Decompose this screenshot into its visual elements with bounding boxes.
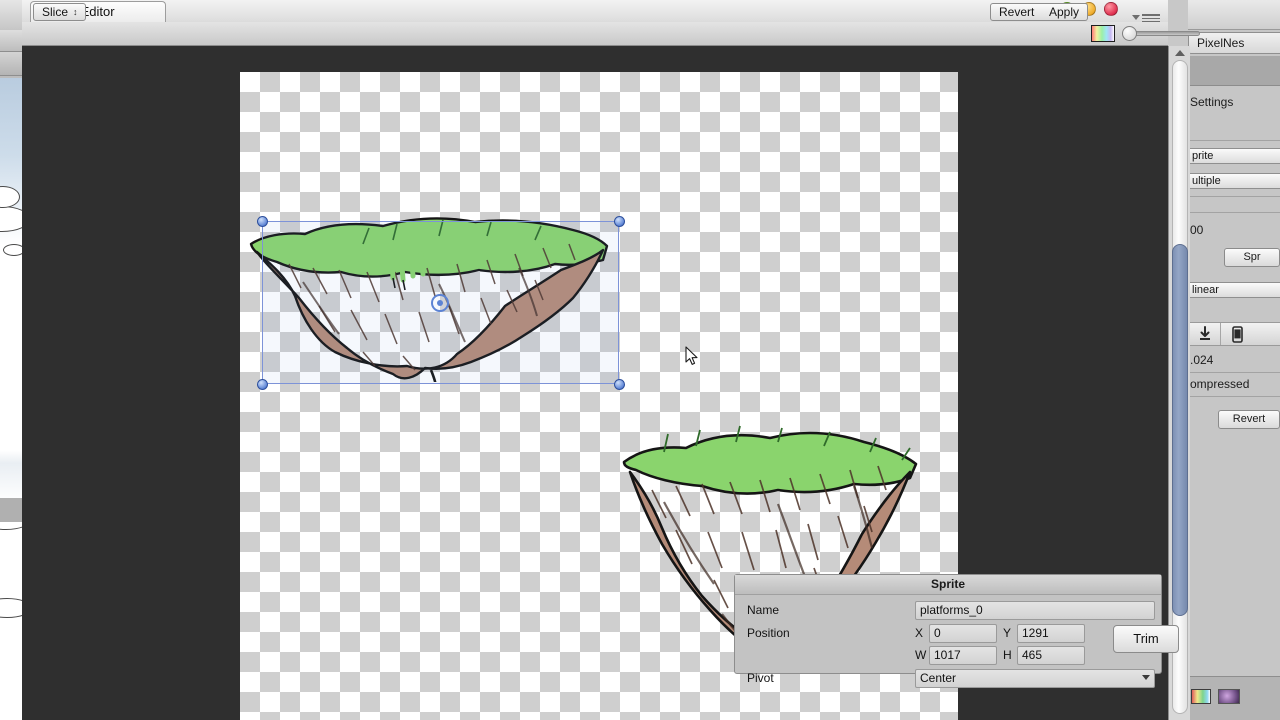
position-h-input[interactable]: 465 — [1017, 646, 1085, 665]
revert-button[interactable]: Revert — [990, 3, 1044, 21]
rgb-alpha-toggle-icon[interactable] — [1091, 25, 1115, 42]
position-label: Position — [747, 626, 790, 640]
inspector-format-value[interactable]: ompressed — [1188, 376, 1280, 392]
slice-dropdown-button[interactable]: Slice ↕ — [33, 3, 86, 21]
selection-handle-bottom-left[interactable] — [257, 379, 268, 390]
stepper-icon: ↕ — [73, 7, 78, 17]
selection-handle-top-right[interactable] — [614, 216, 625, 227]
inspector-revert-button[interactable]: Revert — [1218, 410, 1280, 429]
scrollbar-thumb[interactable] — [1172, 244, 1188, 616]
sprite-name-input[interactable]: platforms_0 — [915, 601, 1155, 620]
selection-handle-bottom-right[interactable] — [614, 379, 625, 390]
inspector-filter-mode-field[interactable]: linear — [1188, 282, 1280, 298]
pivot-value: Center — [920, 671, 957, 685]
inspector-max-size-value[interactable]: .024 — [1188, 352, 1280, 368]
selection-handle-top-left[interactable] — [257, 216, 268, 227]
preview-texture-thumbnail[interactable] — [1218, 689, 1240, 704]
scroll-up-arrow-icon[interactable] — [1175, 50, 1185, 56]
inspector-pixels-per-unit-value[interactable]: 00 — [1188, 222, 1280, 238]
inspector-divider — [1188, 140, 1280, 141]
position-y-input[interactable]: 1291 — [1017, 624, 1085, 643]
pivot-label: Pivot — [747, 671, 774, 685]
cloud-shape — [0, 186, 20, 208]
apply-button[interactable]: Apply — [1041, 3, 1089, 21]
inspector-divider — [1188, 396, 1280, 397]
inspector-preview-bar — [1188, 676, 1280, 720]
position-w-input[interactable]: 1017 — [929, 646, 997, 665]
inspector-sprite-editor-button[interactable]: Spr — [1224, 248, 1280, 267]
position-y-label: Y — [1003, 626, 1012, 640]
canvas-vertical-scrollbar[interactable] — [1168, 46, 1190, 720]
close-button[interactable] — [1104, 2, 1118, 16]
inspector-divider — [1188, 372, 1280, 373]
platform-tab-default[interactable] — [1188, 323, 1220, 345]
inspector-divider — [1188, 212, 1280, 213]
inspector-titlebar — [1188, 0, 1280, 30]
preview-rgb-thumbnail[interactable] — [1191, 689, 1211, 704]
trim-button[interactable]: Trim — [1113, 625, 1179, 653]
slice-label: Slice — [42, 5, 69, 19]
sprite-info-panel: Sprite Name platforms_0 Position X 0 Y 1… — [734, 574, 1179, 688]
inspector-texture-type-field[interactable]: prite — [1188, 148, 1280, 164]
inspector-divider — [1188, 196, 1280, 197]
chevron-down-icon — [1142, 675, 1150, 680]
inspector-settings-header: Settings — [1190, 95, 1234, 109]
sprite-editor-toolbar — [22, 22, 1168, 46]
inspector-panel: PixelNes Settings prite ultiple 00 Spr l… — [1188, 0, 1280, 720]
name-label: Name — [747, 603, 780, 617]
pivot-dropdown[interactable]: Center — [915, 669, 1155, 688]
inspector-sprite-mode-field[interactable]: ultiple — [1188, 173, 1280, 189]
arrow-cursor — [685, 346, 698, 365]
platform-tab-mobile[interactable] — [1220, 323, 1252, 345]
position-x-input[interactable]: 0 — [929, 624, 997, 643]
inspector-tab-pixelnes[interactable]: PixelNes — [1188, 32, 1280, 54]
sprite-pivot-handle[interactable] — [431, 294, 449, 312]
mobile-platform-icon — [1232, 326, 1243, 343]
position-w-label: W — [915, 648, 927, 662]
zoom-slider-knob[interactable] — [1122, 26, 1137, 41]
chevron-down-icon[interactable] — [1132, 15, 1140, 20]
default-platform-icon — [1200, 326, 1210, 340]
position-x-label: X — [915, 626, 924, 640]
sprite-panel-title: Sprite — [735, 575, 1161, 595]
sprite-editor-window: Sprite Editor Slice↕ Revert Apply — [22, 0, 1200, 720]
inspector-header — [1188, 56, 1280, 86]
position-h-label: H — [1003, 648, 1012, 662]
